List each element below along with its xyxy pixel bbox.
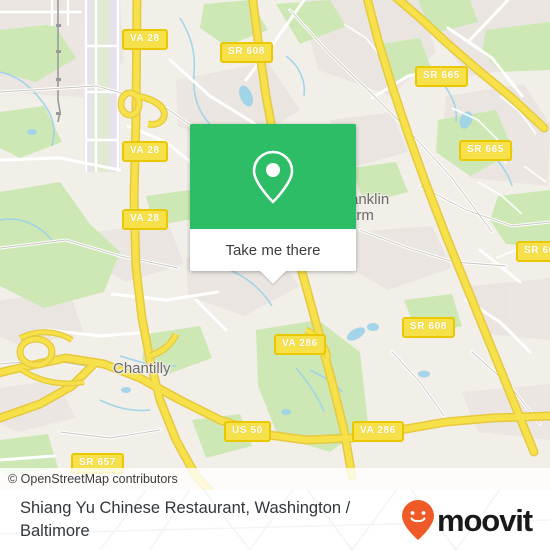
road-shield: SR 608 xyxy=(220,42,273,63)
moovit-smiley-pin-icon xyxy=(401,500,434,540)
footer-bar: Shiang Yu Chinese Restaurant, Washington… xyxy=(0,490,550,550)
popup-tail-arrow xyxy=(260,271,286,284)
moovit-map-screenshot: VA 28 SR 608 SR 665 VA 28 SR 665 VA 28 SR 66 SR… xyxy=(0,0,550,550)
popup-image-placeholder xyxy=(190,124,356,229)
road-shield: VA 28 xyxy=(122,141,168,162)
map-attribution: © OpenStreetMap contributors xyxy=(0,468,550,490)
road-shield: VA 286 xyxy=(352,421,404,442)
attribution-text: © OpenStreetMap contributors xyxy=(8,472,178,486)
road-shield: SR 66 xyxy=(516,241,550,262)
moovit-logo: moovit xyxy=(401,499,533,541)
footer-content: Shiang Yu Chinese Restaurant, Washington… xyxy=(0,490,550,550)
road-shield: SR 665 xyxy=(415,66,468,87)
road-shield: SR 665 xyxy=(459,140,512,161)
place-title: Shiang Yu Chinese Restaurant, Washington… xyxy=(20,499,351,540)
map-canvas[interactable]: VA 28 SR 608 SR 665 VA 28 SR 665 VA 28 SR 66 SR… xyxy=(0,0,550,490)
road-shield: SR 608 xyxy=(402,317,455,338)
map-pin-icon xyxy=(252,150,294,203)
moovit-wordmark: moovit xyxy=(436,502,533,538)
road-shield: VA 28 xyxy=(122,29,168,50)
road-shield: VA 28 xyxy=(122,209,168,230)
road-shield: VA 286 xyxy=(274,334,326,355)
location-popup-card[interactable]: Take me there xyxy=(190,124,356,284)
take-me-there-button[interactable]: Take me there xyxy=(190,229,356,271)
road-shield: US 50 xyxy=(224,421,271,442)
